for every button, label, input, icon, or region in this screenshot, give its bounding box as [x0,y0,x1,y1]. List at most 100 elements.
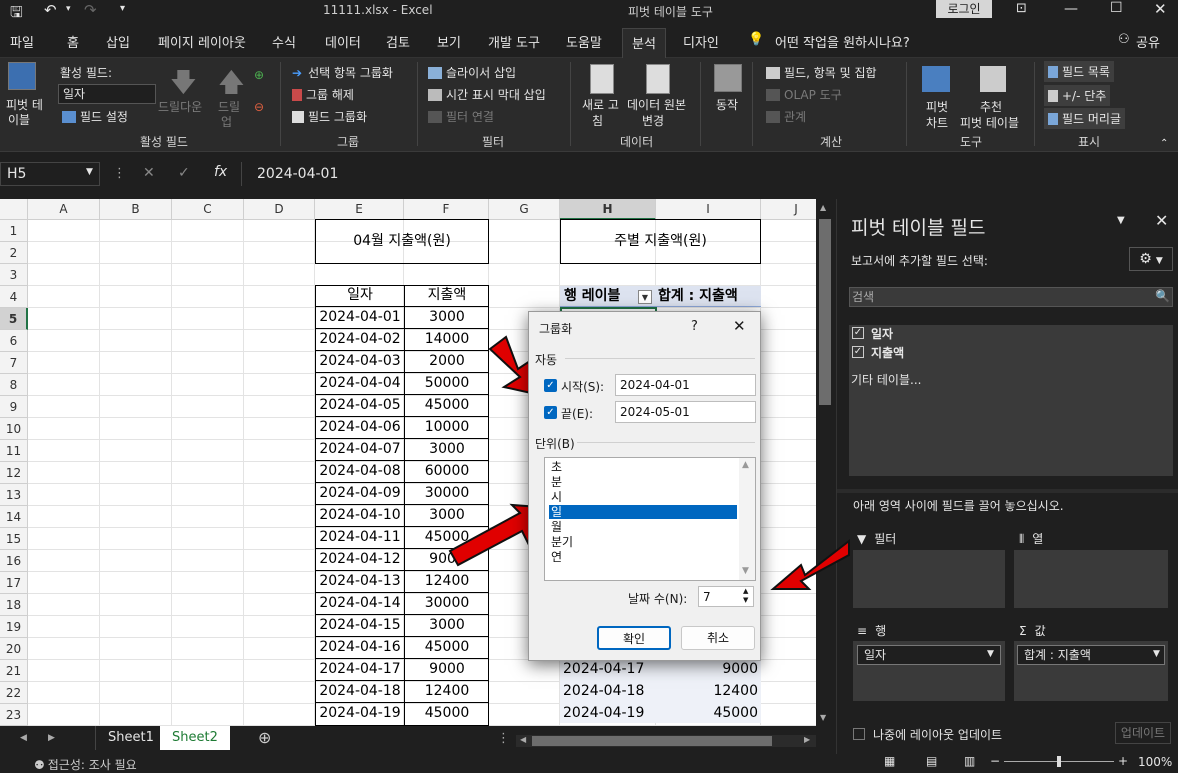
undo-icon[interactable]: ↶ [44,1,57,19]
cancel-button[interactable]: 취소 [681,626,755,650]
select-all-corner[interactable] [0,199,28,220]
insert-slicer-button[interactable]: 슬라이서 삽입 [428,64,516,81]
row-header-1[interactable]: 1 [0,220,28,242]
row-header-20[interactable]: 20 [0,638,28,660]
tab-insert[interactable]: 삽입 [106,32,130,51]
drill-down-button[interactable]: 드릴다운 [158,98,202,115]
ok-button[interactable]: 확인 [597,626,671,650]
pane-splitter[interactable] [837,489,1178,493]
row-header-4[interactable]: 4 [0,286,28,308]
field-headers-button[interactable]: 필드 머리글 [1044,108,1126,129]
unit-scroll-up-icon[interactable]: ▲ [742,460,749,470]
values-area-item-sum[interactable]: 합계 : 지출액 [1017,645,1165,665]
tell-me-input[interactable]: 어떤 작업을 원하시나요? [775,32,910,51]
cancel-entry-icon[interactable]: ✕ [143,165,155,181]
row-header-5[interactable]: 5 [0,308,28,330]
ribbon-display-icon[interactable]: ⊡ [1016,1,1027,16]
column-header-b[interactable]: B [100,199,172,220]
start-input[interactable]: 2024-04-01 [615,374,756,396]
expand-field-icon[interactable]: ⊕ [254,68,264,82]
name-box-dropdown-icon[interactable]: ▼ [86,167,93,177]
group-field-button[interactable]: 필드 그룹화 [292,108,367,125]
active-field-input[interactable]: 일자 [58,84,156,104]
row-header-3[interactable]: 3 [0,264,28,286]
column-header-e[interactable]: E [315,199,404,220]
prev-sheet-icon[interactable]: ◀ [20,733,27,743]
rows-item-dropdown-icon[interactable]: ▼ [987,649,994,659]
change-source-button[interactable]: 데이터 원본 [627,96,686,113]
unit-scroll-down-icon[interactable]: ▼ [742,566,749,576]
name-box[interactable]: H5 [0,162,100,186]
tab-home[interactable]: 홈 [67,32,79,51]
olap-tools-button[interactable]: OLAP 도구 [766,86,842,103]
days-spin-down-icon[interactable]: ▼ [743,596,748,604]
unit-option[interactable]: 초 [549,460,737,474]
unit-listbox[interactable]: 초 분 시 일 월 분기 연 ▲ ▼ [544,457,756,581]
minimize-icon[interactable]: — [1064,1,1078,17]
zoom-slider-thumb[interactable] [1057,756,1061,767]
row-header-19[interactable]: 19 [0,616,28,638]
recommended-pivot-button[interactable]: 추천 [980,98,1002,115]
tab-review[interactable]: 검토 [386,32,410,51]
row-header-10[interactable]: 10 [0,418,28,440]
unit-option[interactable]: 월 [549,520,737,534]
tab-page-layout[interactable]: 페이지 레이아웃 [158,32,246,51]
scroll-down-icon[interactable]: ▼ [820,713,826,722]
collapse-field-icon[interactable]: ⊖ [254,100,264,114]
column-header-c[interactable]: C [172,199,244,220]
fields-items-sets-button[interactable]: 필드, 항목 및 집합 [766,64,877,81]
column-header-j[interactable]: J [761,199,816,220]
horizontal-scrollbar[interactable]: ◀ ▶ [516,735,816,747]
refresh-button[interactable]: 새로 고 [582,96,619,113]
accessibility-status[interactable]: ⚉ 접근성: 조사 필요 [34,756,137,773]
scroll-left-icon[interactable]: ◀ [520,735,526,744]
filter-connections-button[interactable]: 필터 연결 [428,108,494,125]
rows-area-item-date[interactable]: 일자 [857,645,1001,665]
sheet-tab-sheet2[interactable]: Sheet2 [160,726,230,750]
field-settings-button[interactable]: 필드 설정 [62,108,128,125]
tab-analyze[interactable]: 분석 [622,28,666,58]
field-checkbox-amount[interactable]: ✓ [852,346,864,358]
tab-data[interactable]: 데이터 [325,32,361,51]
column-header-f[interactable]: F [404,199,489,220]
tab-file[interactable]: 파일 [10,32,34,51]
relationships-button[interactable]: 관계 [766,108,806,125]
row-header-8[interactable]: 8 [0,374,28,396]
group-selection-button[interactable]: ➔ 선택 항목 그룹화 [292,64,393,81]
start-checkbox[interactable]: ✓ [544,379,557,392]
unit-option[interactable]: 연 [549,550,737,564]
redo-icon[interactable]: ↷ [84,1,97,19]
filter-area[interactable] [853,550,1005,608]
pane-close-icon[interactable]: ✕ [1155,211,1168,230]
page-layout-view-icon[interactable]: ▤ [926,754,937,768]
row-header-12[interactable]: 12 [0,462,28,484]
pivot-table-button-line2[interactable]: 이블 [8,111,30,128]
row-header-18[interactable]: 18 [0,594,28,616]
maximize-icon[interactable]: ☐ [1110,0,1123,16]
tab-formulas[interactable]: 수식 [272,32,296,51]
pane-options-icon[interactable]: ▼ [1117,215,1125,226]
row-header-11[interactable]: 11 [0,440,28,462]
column-header-h[interactable]: H [560,199,656,220]
actions-button[interactable]: 동작 [716,96,738,113]
row-header-21[interactable]: 21 [0,660,28,682]
login-button[interactable]: 로그인 [936,0,992,18]
customize-qat-icon[interactable]: ▾ [120,3,125,14]
scroll-up-icon[interactable]: ▲ [820,203,826,212]
end-checkbox[interactable]: ✓ [544,406,557,419]
insert-function-button[interactable]: fx [214,164,227,180]
columns-area[interactable] [1014,550,1168,608]
more-tables-link[interactable]: 기타 테이블... [851,371,921,388]
tab-help[interactable]: 도움말 [566,32,602,51]
ungroup-button[interactable]: 그룹 해제 [292,86,354,103]
unit-option[interactable]: 일 [549,505,737,519]
confirm-entry-icon[interactable]: ✓ [178,165,190,181]
vertical-scroll-thumb[interactable] [819,219,831,405]
horizontal-scroll-thumb[interactable] [532,736,772,746]
defer-update-checkbox[interactable] [853,728,865,740]
tab-design[interactable]: 디자인 [683,32,719,51]
zoom-in-icon[interactable]: + [1118,754,1128,768]
plus-minus-button[interactable]: +/- 단추 [1044,85,1111,106]
column-header-d[interactable]: D [244,199,315,220]
add-sheet-icon[interactable]: ⊕ [258,728,271,747]
